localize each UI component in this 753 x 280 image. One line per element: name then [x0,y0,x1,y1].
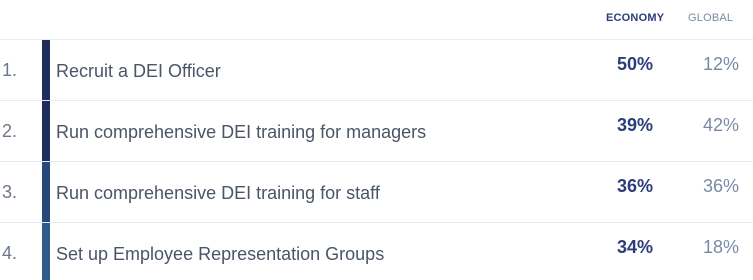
global-value: 12% [702,54,739,74]
column-headers: ECONOMY GLOBAL [0,12,753,26]
rank-number: 4. [2,243,18,263]
global-value: 36% [702,176,739,196]
ranking-list: 1. Recruit a DEI Officer 50% 12% 2. Run … [0,39,753,280]
global-value: 18% [702,237,739,257]
header-global: GLOBAL [688,12,734,24]
rank-bar [42,40,50,100]
list-item: 2. Run comprehensive DEI training for ma… [0,100,753,161]
economy-value: 36% [616,176,653,196]
economy-value: 39% [616,115,653,135]
rank-number: 3. [2,182,18,202]
economy-value: 50% [616,54,653,74]
list-item: 4. Set up Employee Representation Groups… [0,222,753,280]
item-label: Recruit a DEI Officer [56,61,221,81]
global-value: 42% [702,115,739,135]
list-item: 3. Run comprehensive DEI training for st… [0,161,753,222]
rank-number: 2. [2,121,18,141]
rank-bar [42,101,50,161]
rank-bar [42,162,50,222]
item-label: Run comprehensive DEI training for manag… [56,122,427,142]
rank-bar [42,223,50,280]
economy-value: 34% [616,237,653,257]
header-economy: ECONOMY [606,12,665,24]
list-item: 1. Recruit a DEI Officer 50% 12% [0,39,753,100]
rank-number: 1. [2,60,18,80]
item-label: Run comprehensive DEI training for staff [56,183,380,203]
item-label: Set up Employee Representation Groups [56,244,385,264]
